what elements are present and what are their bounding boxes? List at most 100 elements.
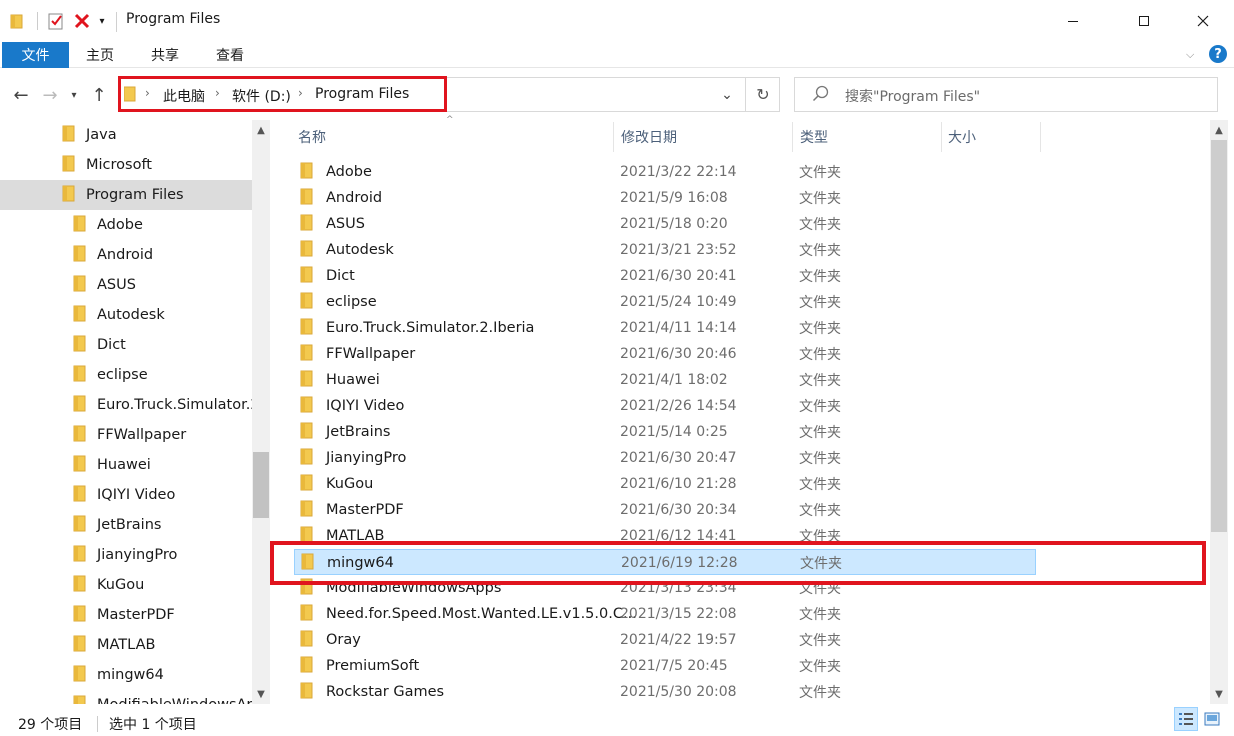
file-type: 文件夹 <box>799 607 841 623</box>
nav-item-label: Program Files <box>86 187 184 203</box>
file-name: Euro.Truck.Simulator.2.Iberia <box>326 320 535 336</box>
recent-locations-icon[interactable]: ▾ <box>66 82 82 108</box>
file-row[interactable]: Need.for.Speed.Most.Wanted.LE.v1.5.0.C..… <box>294 601 1036 627</box>
nav-item[interactable]: IQIYI Video <box>0 480 252 510</box>
scroll-down-icon[interactable]: ▼ <box>252 686 270 702</box>
column-header-type[interactable]: 类型 <box>800 122 828 152</box>
nav-item[interactable]: FFWallpaper <box>0 420 252 450</box>
help-icon[interactable]: ? <box>1209 45 1227 63</box>
file-row[interactable]: Huawei 2021/4/1 18:02 文件夹 <box>294 367 1036 393</box>
nav-item[interactable]: Android <box>0 240 252 270</box>
file-date: 2021/6/30 20:47 <box>620 450 737 466</box>
back-icon[interactable]: ← <box>8 82 34 108</box>
nav-item[interactable]: JetBrains <box>0 510 252 540</box>
file-row[interactable]: Android 2021/5/9 16:08 文件夹 <box>294 185 1036 211</box>
nav-scrollbar[interactable] <box>252 120 270 704</box>
file-row[interactable]: IQIYI Video 2021/2/26 14:54 文件夹 <box>294 393 1036 419</box>
column-header-name[interactable]: 名称 <box>298 122 326 152</box>
folder-icon <box>73 694 87 704</box>
folder-icon <box>73 244 87 266</box>
nav-item-label: Autodesk <box>97 307 165 323</box>
file-row[interactable]: MasterPDF 2021/6/30 20:34 文件夹 <box>294 497 1036 523</box>
tab-home[interactable]: 主页 <box>86 42 114 68</box>
file-row[interactable]: KuGou 2021/6/10 21:28 文件夹 <box>294 471 1036 497</box>
nav-scrollbar-thumb[interactable] <box>253 452 269 518</box>
file-row[interactable]: PremiumSoft 2021/7/5 20:45 文件夹 <box>294 653 1036 679</box>
column-header-size[interactable]: 大小 <box>948 122 976 152</box>
customize-qa-icon[interactable]: ▾ <box>94 10 110 32</box>
tab-view[interactable]: 查看 <box>216 42 244 68</box>
refresh-icon[interactable]: ↻ <box>745 77 780 112</box>
file-name: JianyingPro <box>326 450 407 466</box>
nav-item[interactable]: Dict <box>0 330 252 360</box>
column-header-date[interactable]: 修改日期 <box>621 122 677 152</box>
delete-icon[interactable] <box>72 10 92 32</box>
nav-item[interactable]: Autodesk <box>0 300 252 330</box>
nav-item[interactable]: eclipse <box>0 360 252 390</box>
file-name: Dict <box>326 268 355 284</box>
chevron-down-icon[interactable]: ⌄ <box>716 82 738 108</box>
scroll-down-icon[interactable]: ▼ <box>1210 686 1228 702</box>
minimize-button[interactable] <box>1050 0 1096 42</box>
maximize-button[interactable] <box>1121 0 1167 42</box>
details-view-icon[interactable] <box>1174 707 1198 731</box>
column-divider[interactable] <box>1040 122 1041 152</box>
nav-item-label: FFWallpaper <box>97 427 187 443</box>
file-type: 文件夹 <box>799 243 841 259</box>
file-type: 文件夹 <box>799 477 841 493</box>
file-row[interactable]: Adobe 2021/3/22 22:14 文件夹 <box>294 159 1036 185</box>
nav-item[interactable]: ASUS <box>0 270 252 300</box>
window-title: Program Files <box>126 11 221 27</box>
item-count: 29 个项目 <box>18 717 83 733</box>
nav-item-label: ASUS <box>97 277 136 293</box>
file-row[interactable]: JetBrains 2021/5/14 0:25 文件夹 <box>294 419 1036 445</box>
forward-icon[interactable]: → <box>38 82 62 108</box>
nav-item[interactable]: mingw64 <box>0 660 252 690</box>
file-name: JetBrains <box>326 424 391 440</box>
column-divider[interactable] <box>792 122 793 152</box>
nav-item[interactable]: Huawei <box>0 450 252 480</box>
file-row[interactable]: Euro.Truck.Simulator.2.Iberia 2021/4/11 1… <box>294 315 1036 341</box>
file-date: 2021/4/22 19:57 <box>620 632 737 648</box>
expand-ribbon-icon[interactable]: ⌵ <box>1186 42 1194 68</box>
file-name-cell: Dict <box>300 263 355 289</box>
tab-share[interactable]: 共享 <box>151 42 179 68</box>
file-name-cell: Autodesk <box>300 237 394 263</box>
file-row[interactable]: Autodesk 2021/3/21 23:52 文件夹 <box>294 237 1036 263</box>
nav-item[interactable]: Java <box>0 120 252 150</box>
file-row[interactable]: ASUS 2021/5/18 0:20 文件夹 <box>294 211 1036 237</box>
file-name-cell: JianyingPro <box>300 445 406 471</box>
column-divider[interactable] <box>613 122 614 152</box>
file-row[interactable]: JianyingPro 2021/6/30 20:47 文件夹 <box>294 445 1036 471</box>
nav-item[interactable]: Program Files <box>0 180 252 210</box>
maximize-icon <box>1139 16 1149 26</box>
close-button[interactable] <box>1180 0 1226 42</box>
nav-item[interactable]: MATLAB <box>0 630 252 660</box>
file-list-scrollbar-thumb[interactable] <box>1211 140 1227 532</box>
scroll-up-icon[interactable]: ▲ <box>252 122 270 138</box>
nav-item[interactable]: JianyingPro <box>0 540 252 570</box>
file-name: PremiumSoft <box>326 658 420 674</box>
file-row[interactable]: Oray 2021/4/22 19:57 文件夹 <box>294 627 1036 653</box>
nav-item[interactable]: MasterPDF <box>0 600 252 630</box>
column-divider[interactable] <box>941 122 942 152</box>
nav-item[interactable]: Adobe <box>0 210 252 240</box>
file-row[interactable]: Dict 2021/6/30 20:41 文件夹 <box>294 263 1036 289</box>
nav-item[interactable]: ModifiableWindowsAp <box>0 690 252 704</box>
properties-icon[interactable] <box>46 10 66 32</box>
large-icons-view-icon[interactable] <box>1200 707 1224 731</box>
nav-item[interactable]: Euro.Truck.Simulator.2.I <box>0 390 252 420</box>
file-name: eclipse <box>326 294 377 310</box>
file-name-cell: JetBrains <box>300 419 390 445</box>
nav-item[interactable]: KuGou <box>0 570 252 600</box>
up-icon[interactable]: ↑ <box>86 82 112 108</box>
tab-file[interactable]: 文件 <box>2 42 69 68</box>
scroll-up-icon[interactable]: ▲ <box>1210 122 1228 138</box>
title-bar: ▾ Program Files <box>0 0 1234 42</box>
nav-item[interactable]: Microsoft <box>0 150 252 180</box>
file-row[interactable]: eclipse 2021/5/24 10:49 文件夹 <box>294 289 1036 315</box>
file-row[interactable]: Rockstar Games 2021/5/30 20:08 文件夹 <box>294 679 1036 705</box>
nav-item-label: IQIYI Video <box>97 487 176 503</box>
nav-item-label: JianyingPro <box>97 547 178 563</box>
file-row[interactable]: FFWallpaper 2021/6/30 20:46 文件夹 <box>294 341 1036 367</box>
